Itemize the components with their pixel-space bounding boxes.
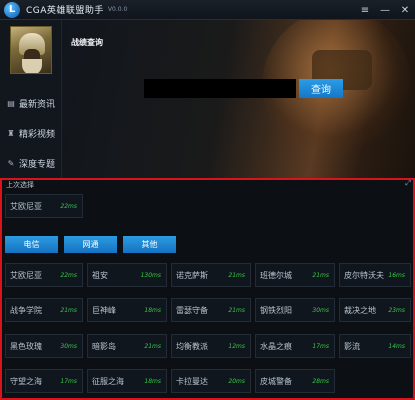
server-name: 水晶之痕 [260, 341, 292, 351]
server-item[interactable]: 影流 14ms [339, 334, 411, 358]
server-ping: 23ms [388, 306, 405, 314]
sidebar-item-label: 精彩视频 [19, 129, 56, 140]
tab-telecom[interactable]: 电信 [5, 236, 58, 253]
server-select-panel: 上次选择 ⤢ 艾欧尼亚 22ms 电信 网通 其他 艾欧尼亚 22ms 祖安 1… [0, 178, 415, 400]
minimize-icon[interactable]: — [375, 0, 395, 20]
summoner-search-input[interactable] [144, 79, 296, 98]
server-name: 裁决之地 [344, 305, 376, 315]
sidebar-item-videos[interactable]: ♜ 精彩视频 [0, 122, 62, 144]
server-item[interactable]: 暗影岛 21ms [87, 334, 167, 358]
server-item[interactable]: 诺克萨斯 21ms [171, 263, 251, 287]
server-ping: 18ms [144, 306, 161, 314]
server-name: 祖安 [92, 270, 108, 280]
server-name: 守望之海 [10, 376, 42, 386]
server-name: 艾欧尼亚 [10, 270, 42, 280]
server-name: 征服之海 [92, 376, 124, 386]
server-name: 钢铁烈阳 [260, 305, 292, 315]
server-name: 战争学院 [10, 305, 42, 315]
server-ping: 21ms [228, 271, 245, 279]
server-item[interactable]: 班德尔城 21ms [255, 263, 335, 287]
server-item[interactable]: 黑色玫瑰 30ms [5, 334, 83, 358]
last-selected-heading: 上次选择 [6, 181, 34, 189]
window-controls: ≡ — ✕ [355, 0, 415, 20]
sidebar-item-label: 最新资讯 [19, 99, 56, 110]
sidebar-item-label: 深度专题 [19, 159, 56, 170]
title-bar[interactable]: L CGA英雄联盟助手 V0.0.0 ≡ — ✕ [0, 0, 415, 20]
close-icon[interactable]: ✕ [395, 0, 415, 20]
server-name: 雷瑟守备 [176, 305, 208, 315]
server-name: 皮城警备 [260, 376, 292, 386]
app-window: L CGA英雄联盟助手 V0.0.0 ≡ — ✕ ▤ 最新资讯 ♜ 精彩视频 ✎… [0, 0, 415, 400]
server-name: 巨神峰 [92, 305, 116, 315]
server-item[interactable]: 皮尔特沃夫 16ms [339, 263, 411, 287]
server-name: 班德尔城 [260, 270, 292, 280]
news-icon: ▤ [7, 98, 15, 108]
server-ping: 21ms [312, 271, 329, 279]
server-item[interactable]: 祖安 130ms [87, 263, 167, 287]
video-icon: ♜ [7, 128, 15, 138]
server-name: 艾欧尼亚 [10, 201, 42, 211]
server-item[interactable]: 皮城警备 28ms [255, 369, 335, 393]
server-item[interactable]: 卡拉曼达 20ms [171, 369, 251, 393]
menu-icon[interactable]: ≡ [355, 0, 375, 20]
sidebar-item-news[interactable]: ▤ 最新资讯 [0, 92, 62, 114]
server-ping: 30ms [60, 342, 77, 350]
server-name: 卡拉曼达 [176, 376, 208, 386]
server-item[interactable]: 战争学院 21ms [5, 298, 83, 322]
corner-resize-icon[interactable]: ⤢ [405, 179, 411, 188]
server-name: 影流 [344, 341, 360, 351]
sidebar: ▤ 最新资讯 ♜ 精彩视频 ✎ 深度专题 [0, 20, 62, 178]
server-ping: 17ms [312, 342, 329, 350]
app-logo-icon: L [4, 1, 20, 18]
server-item[interactable]: 裁决之地 23ms [339, 298, 411, 322]
server-ping: 130ms [140, 271, 161, 279]
server-item[interactable]: 巨神峰 18ms [87, 298, 167, 322]
tab-netcom[interactable]: 网通 [64, 236, 117, 253]
server-name: 皮尔特沃夫 [344, 270, 384, 280]
server-ping: 18ms [144, 377, 161, 385]
server-item[interactable]: 守望之海 17ms [5, 369, 83, 393]
server-item[interactable]: 钢铁烈阳 30ms [255, 298, 335, 322]
server-name: 黑色玫瑰 [10, 341, 42, 351]
query-button[interactable]: 查询 [299, 79, 343, 98]
tab-other[interactable]: 其他 [123, 236, 176, 253]
avatar[interactable] [10, 26, 52, 74]
server-ping: 20ms [228, 377, 245, 385]
server-ping: 22ms [60, 271, 77, 279]
server-ping: 21ms [144, 342, 161, 350]
server-ping: 12ms [228, 342, 245, 350]
server-item[interactable]: 水晶之痕 17ms [255, 334, 335, 358]
server-ping: 21ms [228, 306, 245, 314]
server-item[interactable]: 雷瑟守备 21ms [171, 298, 251, 322]
app-version: V0.0.0 [107, 6, 128, 13]
server-item[interactable]: 艾欧尼亚 22ms [5, 263, 83, 287]
main-content: 战绩查询 查询 [62, 20, 415, 178]
server-item[interactable]: 均衡教派 12ms [171, 334, 251, 358]
topic-icon: ✎ [7, 158, 15, 168]
server-name: 诺克萨斯 [176, 270, 208, 280]
server-ping: 16ms [388, 271, 405, 279]
page-title: 战绩查询 [71, 38, 103, 47]
sidebar-item-topics[interactable]: ✎ 深度专题 [0, 152, 62, 174]
last-selected-server[interactable]: 艾欧尼亚 22ms [5, 194, 83, 218]
server-item[interactable]: 征服之海 18ms [87, 369, 167, 393]
server-ping: 30ms [312, 306, 329, 314]
server-ping: 22ms [60, 202, 77, 210]
server-ping: 21ms [60, 306, 77, 314]
server-ping: 14ms [388, 342, 405, 350]
server-name: 均衡教派 [176, 341, 208, 351]
server-ping: 28ms [312, 377, 329, 385]
server-ping: 17ms [60, 377, 77, 385]
app-title: CGA英雄联盟助手 [26, 6, 104, 16]
server-name: 暗影岛 [92, 341, 116, 351]
